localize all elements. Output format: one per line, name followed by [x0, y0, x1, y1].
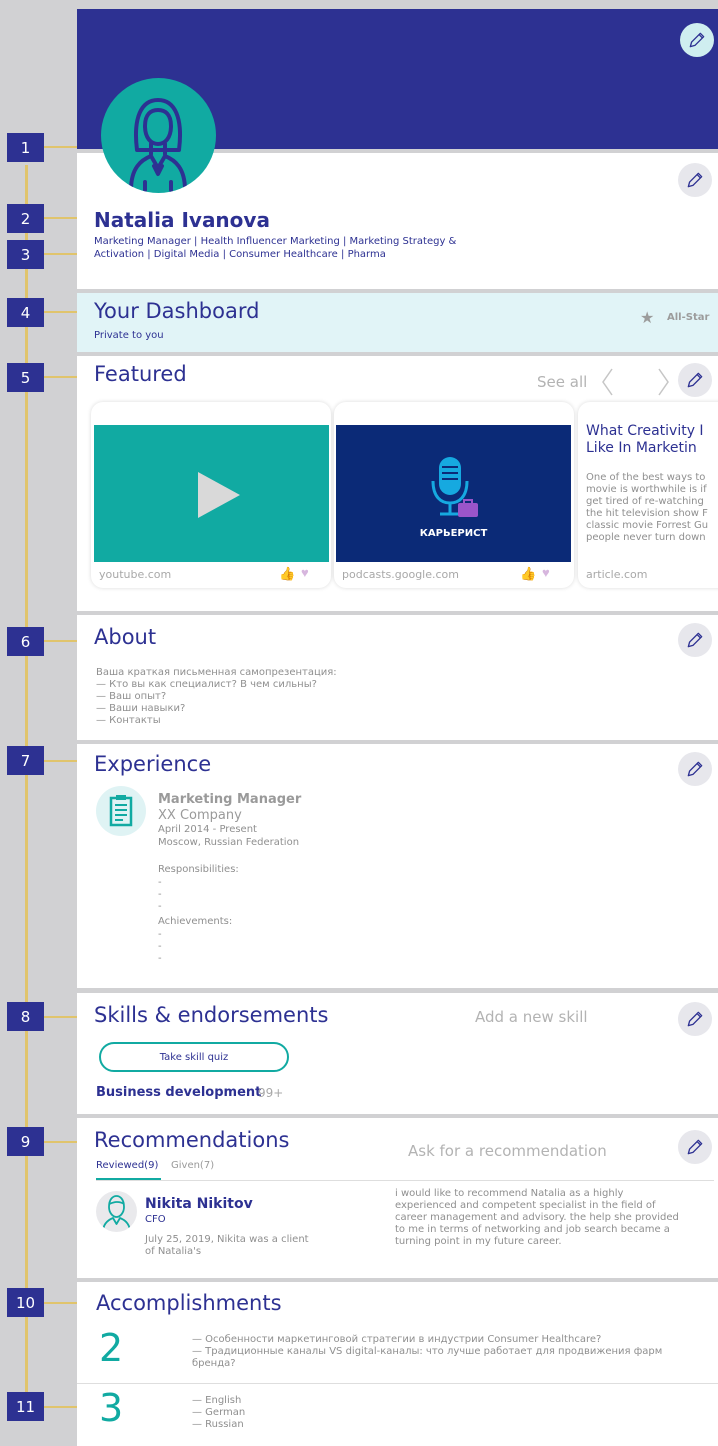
responsibilities-list: - - - [158, 877, 162, 912]
thumbs-up-icon[interactable]: 👍 [520, 566, 536, 582]
edit-experience-button[interactable] [678, 752, 712, 786]
callout-7: 7 [7, 746, 44, 775]
callout-8: 8 [7, 1002, 44, 1031]
experience-title: Experience [94, 752, 212, 776]
about-panel: About Ваша краткая письменная самопрезен… [77, 615, 718, 740]
callout-rail [25, 165, 28, 1405]
accomplishment-list-1: — Особенности маркетинговой стратегии в … [192, 1334, 663, 1369]
see-all-link[interactable]: See all [537, 373, 587, 391]
accomplishments-panel: Accomplishments 2 — Особенности маркетин… [77, 1282, 718, 1446]
ask-recommendation-link[interactable]: Ask for a recommendation [408, 1142, 607, 1160]
take-skill-quiz-button[interactable]: Take skill quiz [99, 1042, 289, 1072]
chevron-left-icon[interactable] [600, 367, 614, 397]
edit-skills-button[interactable] [678, 1002, 712, 1036]
pencil-icon [687, 1139, 703, 1155]
job-dates: April 2014 - Present [158, 824, 257, 835]
woman-avatar-icon [129, 98, 187, 192]
skill-name[interactable]: Business development [96, 1085, 261, 1100]
tabs-divider [96, 1180, 714, 1181]
avatar[interactable] [101, 78, 216, 193]
skills-title: Skills & endorsements [94, 1003, 329, 1027]
all-star-badge: All-Star [667, 312, 710, 323]
recommender-name[interactable]: Nikita Nikitov [145, 1196, 253, 1212]
featured-title: Featured [94, 362, 187, 386]
featured-card-article[interactable]: What Creativity I Like In Marketin One o… [578, 402, 718, 588]
card-source: podcasts.google.com [342, 568, 459, 581]
accomplishments-divider [77, 1383, 718, 1384]
pencil-icon [687, 632, 703, 648]
pencil-icon [687, 172, 703, 188]
dashboard-panel: Your Dashboard Private to you ★ All-Star [77, 293, 718, 352]
dashboard-title: Your Dashboard [94, 299, 260, 323]
star-icon: ★ [640, 310, 655, 327]
edit-about-button[interactable] [678, 623, 712, 657]
profile-name: Natalia Ivanova [94, 208, 270, 232]
recommender-role: CFO [145, 1214, 166, 1225]
pencil-icon [687, 761, 703, 777]
man-avatar-icon [102, 1195, 131, 1232]
pencil-icon [687, 1011, 703, 1027]
responsibilities-label: Responsibilities: [158, 864, 239, 875]
chevron-right-icon[interactable] [657, 367, 671, 397]
recommender-avatar[interactable] [96, 1191, 137, 1232]
callout-11: 11 [7, 1392, 44, 1421]
featured-card-podcast[interactable]: КАРЬЕРИСТ podcasts.google.com 👍 ♥ [334, 402, 574, 588]
accomplishments-title: Accomplishments [96, 1291, 282, 1315]
callout-10: 10 [7, 1288, 44, 1317]
about-text: Ваша краткая письменная самопрезентация:… [96, 667, 337, 726]
add-skill-link[interactable]: Add a new skill [475, 1008, 588, 1026]
edit-recommendations-button[interactable] [678, 1130, 712, 1164]
recommendation-date: July 25, 2019, Nikita was a client of Na… [145, 1234, 309, 1257]
clipboard-icon [109, 795, 133, 827]
callout-5: 5 [7, 363, 44, 392]
tab-reviewed[interactable]: Reviewed(9) [96, 1160, 158, 1171]
callout-9: 9 [7, 1127, 44, 1156]
thumbs-up-icon[interactable]: 👍 [279, 566, 295, 582]
accomplishment-count-1: 2 [99, 1326, 124, 1370]
podcast-label: КАРЬЕРИСТ [419, 528, 488, 539]
article-excerpt: One of the best ways to movie is worthwh… [586, 472, 709, 543]
accomplishment-list-2: — English — German — Russian [192, 1395, 246, 1430]
skill-endorsement-count: 99+ [258, 1086, 284, 1100]
play-icon[interactable] [194, 470, 244, 520]
video-thumbnail[interactable] [94, 425, 329, 562]
achievements-list: - - - [158, 929, 162, 964]
microphone-icon [431, 457, 478, 517]
job-title: Marketing Manager [158, 792, 302, 807]
edit-cover-button[interactable] [680, 23, 714, 57]
profile-headline: Marketing Manager | Health Influencer Ma… [94, 236, 457, 260]
recommendation-text: i would like to recommend Natalia as a h… [395, 1188, 679, 1247]
callout-2: 2 [7, 204, 44, 233]
heart-icon[interactable]: ♥ [542, 565, 550, 580]
tab-given[interactable]: Given(7) [171, 1160, 214, 1171]
callout-6: 6 [7, 627, 44, 656]
featured-card-video[interactable]: youtube.com 👍 ♥ [91, 402, 331, 588]
edit-profile-button[interactable] [678, 163, 712, 197]
pencil-icon [689, 32, 705, 48]
pencil-icon [687, 372, 703, 388]
podcast-thumbnail[interactable]: КАРЬЕРИСТ [336, 425, 571, 562]
accomplishment-count-2: 3 [99, 1386, 124, 1430]
experience-panel: Experience Marketing Manager XX Company … [77, 744, 718, 988]
company-name: XX Company [158, 808, 242, 823]
recommendations-title: Recommendations [94, 1128, 290, 1152]
skills-panel: Skills & endorsements Add a new skill Ta… [77, 993, 718, 1114]
edit-featured-button[interactable] [678, 363, 712, 397]
callout-3: 3 [7, 240, 44, 269]
article-title: What Creativity I Like In Marketin [586, 423, 704, 456]
callout-4: 4 [7, 298, 44, 327]
recommendations-panel: Recommendations Ask for a recommendation… [77, 1118, 718, 1278]
heart-icon[interactable]: ♥ [301, 565, 309, 580]
callout-1: 1 [7, 133, 44, 162]
achievements-label: Achievements: [158, 916, 233, 927]
dashboard-subtitle: Private to you [94, 330, 164, 341]
company-logo[interactable] [96, 786, 146, 836]
card-source: youtube.com [99, 568, 172, 581]
job-location: Moscow, Russian Federation [158, 837, 300, 848]
about-title: About [94, 625, 157, 649]
card-source: article.com [586, 568, 648, 581]
